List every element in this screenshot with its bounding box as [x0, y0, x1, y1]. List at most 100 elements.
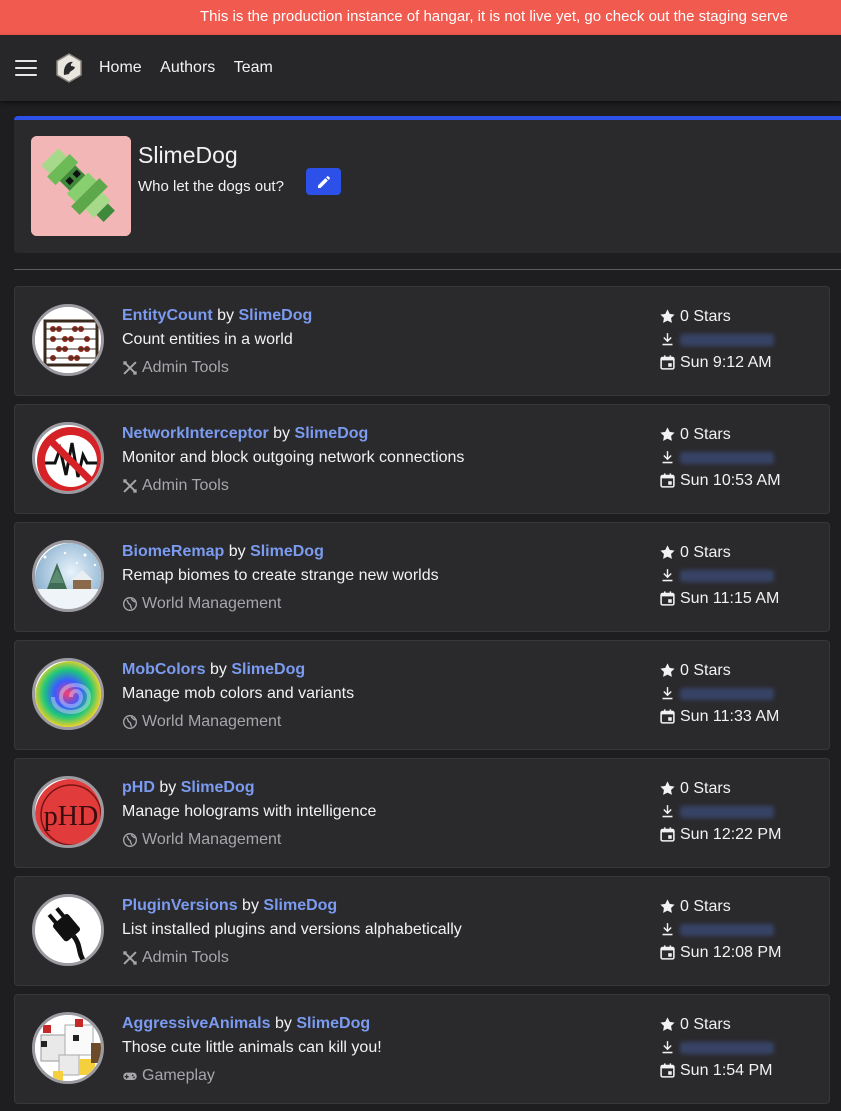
nav-team-link[interactable]: Team [234, 59, 273, 76]
project-author-link[interactable]: SlimeDog [181, 779, 255, 796]
project-title: PluginVersions by SlimeDog [122, 897, 337, 915]
downloads-count-redacted [680, 805, 774, 818]
nav-authors-link[interactable]: Authors [160, 59, 215, 76]
downloads-count-redacted [680, 333, 774, 346]
stars-count: 0 Stars [680, 779, 731, 797]
project-card[interactable]: MobColors by SlimeDog Manage mob colors a… [14, 640, 830, 750]
updated-stat: Sun 11:33 AM [659, 705, 779, 728]
download-icon [662, 569, 673, 582]
download-icon [662, 805, 673, 818]
updated-stat: Sun 12:22 PM [659, 823, 781, 846]
project-description: Manage holograms with intelligence [122, 803, 377, 820]
calendar-icon [660, 473, 675, 488]
by-label: by [274, 1015, 292, 1032]
project-card[interactable]: BiomeRemap by SlimeDog Remap biomes to cr… [14, 522, 830, 632]
project-name-link[interactable]: MobColors [122, 661, 206, 678]
stars-stat: 0 Stars [659, 1013, 774, 1036]
download-icon [662, 923, 673, 936]
tools-icon [122, 360, 142, 376]
by-label: by [273, 425, 291, 442]
announcement-banner: This is the production instance of hanga… [0, 0, 841, 35]
project-category: Admin Tools [122, 949, 229, 967]
download-icon [662, 687, 673, 700]
project-title: NetworkInterceptor by SlimeDog [122, 425, 368, 443]
snow-globe-icon[interactable] [32, 540, 104, 612]
project-card[interactable]: NetworkInterceptor by SlimeDog Monitor an… [14, 404, 830, 514]
star-icon [660, 427, 675, 441]
project-stats: 0 Stars Sun 9:12 AM [659, 305, 774, 374]
updated-date: Sun 1:54 PM [680, 1061, 773, 1079]
hangar-logo-icon[interactable] [53, 52, 85, 84]
pencil-icon [317, 175, 330, 188]
star-icon [660, 1017, 675, 1031]
globe-icon [122, 714, 142, 730]
updated-date: Sun 12:22 PM [680, 825, 782, 843]
project-author-link[interactable]: SlimeDog [263, 897, 337, 914]
by-label: by [228, 543, 246, 560]
menu-icon[interactable] [15, 60, 37, 76]
updated-stat: Sun 10:53 AM [659, 469, 781, 492]
stars-count: 0 Stars [680, 543, 731, 561]
downloads-count-redacted [680, 687, 774, 700]
edit-tagline-button[interactable] [306, 168, 341, 195]
color-swirl-icon[interactable] [32, 658, 104, 730]
updated-date: Sun 9:12 AM [680, 353, 772, 371]
main-nav: Home Authors Team [99, 59, 287, 77]
calendar-icon [660, 945, 675, 960]
project-name-link[interactable]: NetworkInterceptor [122, 425, 269, 442]
stars-stat: 0 Stars [659, 541, 779, 564]
project-category-label: World Management [142, 713, 282, 730]
star-icon [660, 899, 675, 913]
stars-count: 0 Stars [680, 307, 731, 325]
downloads-count-redacted [680, 451, 774, 464]
calendar-icon [660, 355, 675, 370]
project-category: Gameplay [122, 1067, 215, 1085]
project-category-label: World Management [142, 595, 282, 612]
project-title: AggressiveAnimals by SlimeDog [122, 1015, 370, 1033]
project-card[interactable]: PluginVersions by SlimeDog List installed… [14, 876, 830, 986]
project-name-link[interactable]: PluginVersions [122, 897, 238, 914]
project-title: pHD by SlimeDog [122, 779, 255, 797]
project-description: Count entities in a world [122, 331, 293, 348]
stars-count: 0 Stars [680, 1015, 731, 1033]
download-icon [662, 333, 673, 346]
project-card[interactable]: AggressiveAnimals by SlimeDog Those cute … [14, 994, 830, 1104]
gamepad-icon [122, 1068, 142, 1084]
updated-stat: Sun 1:54 PM [659, 1059, 774, 1082]
stars-stat: 0 Stars [659, 895, 781, 918]
download-icon [662, 451, 673, 464]
project-description: Remap biomes to create strange new world… [122, 567, 439, 584]
project-card[interactable]: pHD pHD by SlimeDog Manage holograms with … [14, 758, 830, 868]
project-name-link[interactable]: EntityCount [122, 307, 213, 324]
project-stats: 0 Stars Sun 11:15 AM [659, 541, 779, 610]
user-header-card: SlimeDog Who let the dogs out? [14, 116, 841, 253]
project-author-link[interactable]: SlimeDog [295, 425, 369, 442]
project-title: EntityCount by SlimeDog [122, 307, 312, 325]
project-name-link[interactable]: AggressiveAnimals [122, 1015, 271, 1032]
stars-count: 0 Stars [680, 425, 731, 443]
project-name-link[interactable]: pHD [122, 779, 155, 796]
user-tagline: Who let the dogs out? [138, 178, 284, 195]
project-name-link[interactable]: BiomeRemap [122, 543, 224, 560]
abacus-icon[interactable] [32, 304, 104, 376]
chicken-icon[interactable] [32, 1012, 104, 1084]
project-author-link[interactable]: SlimeDog [231, 661, 305, 678]
top-navigation: Home Authors Team [0, 35, 841, 101]
star-icon [660, 545, 675, 559]
downloads-count-redacted [680, 569, 774, 582]
project-category: World Management [122, 595, 281, 613]
nav-home-link[interactable]: Home [99, 59, 142, 76]
phd-logo-icon[interactable]: pHD [32, 776, 104, 848]
project-author-link[interactable]: SlimeDog [238, 307, 312, 324]
updated-date: Sun 11:33 AM [680, 707, 780, 725]
plug-icon[interactable] [32, 894, 104, 966]
project-card[interactable]: EntityCount by SlimeDog Count entities in… [14, 286, 830, 396]
tools-icon [122, 478, 142, 494]
project-description: Manage mob colors and variants [122, 685, 355, 702]
project-author-link[interactable]: SlimeDog [296, 1015, 370, 1032]
project-title: BiomeRemap by SlimeDog [122, 543, 324, 561]
no-signal-icon[interactable] [32, 422, 104, 494]
project-author-link[interactable]: SlimeDog [250, 543, 324, 560]
stars-stat: 0 Stars [659, 423, 781, 446]
downloads-stat [659, 682, 779, 705]
